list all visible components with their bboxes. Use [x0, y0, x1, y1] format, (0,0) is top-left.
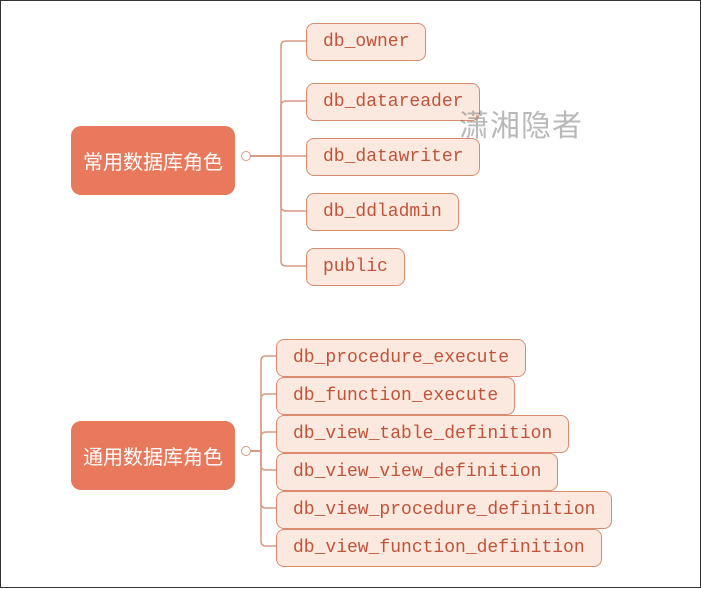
child-node[interactable]: db_owner — [306, 23, 426, 61]
child-label: db_view_table_definition — [293, 424, 552, 444]
child-label: db_view_view_definition — [293, 462, 541, 482]
diagram-canvas: 常用数据库角色 db_owner db_datareader db_datawr… — [0, 0, 701, 588]
toggle-icon[interactable] — [241, 446, 251, 456]
child-label: db_datareader — [323, 92, 463, 112]
child-node[interactable]: db_function_execute — [276, 377, 515, 415]
child-label: public — [323, 257, 388, 277]
child-label: db_function_execute — [293, 386, 498, 406]
child-node[interactable]: db_datareader — [306, 83, 480, 121]
root-label: 常用数据库角色 — [83, 152, 223, 174]
root-label: 通用数据库角色 — [83, 447, 223, 469]
child-label: db_owner — [323, 32, 409, 52]
child-label: db_view_function_definition — [293, 538, 585, 558]
child-node[interactable]: db_view_procedure_definition — [276, 491, 612, 529]
child-node[interactable]: db_view_table_definition — [276, 415, 569, 453]
child-label: db_ddladmin — [323, 202, 442, 222]
child-label: db_procedure_execute — [293, 348, 509, 368]
child-label: db_datawriter — [323, 147, 463, 167]
child-node[interactable]: db_ddladmin — [306, 193, 459, 231]
child-node[interactable]: db_view_function_definition — [276, 529, 602, 567]
child-node[interactable]: db_datawriter — [306, 138, 480, 176]
toggle-icon[interactable] — [241, 151, 251, 161]
child-node[interactable]: public — [306, 248, 405, 286]
root-node-general[interactable]: 通用数据库角色 — [71, 421, 235, 490]
child-label: db_view_procedure_definition — [293, 500, 595, 520]
child-node[interactable]: db_procedure_execute — [276, 339, 526, 377]
root-node-common[interactable]: 常用数据库角色 — [71, 126, 235, 195]
child-node[interactable]: db_view_view_definition — [276, 453, 558, 491]
